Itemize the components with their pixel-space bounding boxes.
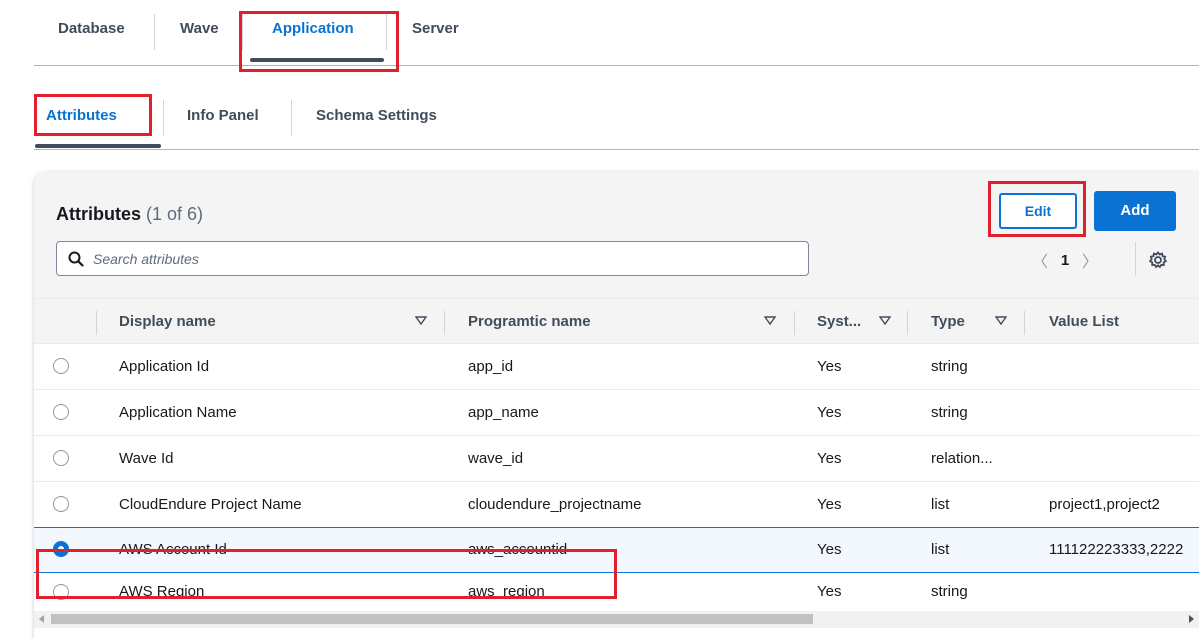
row-radio[interactable] bbox=[53, 496, 69, 512]
sort-icon[interactable] bbox=[764, 316, 776, 326]
cell-display-name: Wave Id bbox=[119, 450, 174, 467]
tab-divider bbox=[163, 100, 164, 136]
highlight-edit-button bbox=[988, 181, 1086, 237]
sort-icon[interactable] bbox=[995, 316, 1007, 326]
column-display-name[interactable]: Display name bbox=[119, 313, 216, 330]
sort-icon[interactable] bbox=[415, 316, 427, 326]
scrollbar-thumb[interactable] bbox=[51, 614, 813, 624]
cell-display-name: Application Name bbox=[119, 404, 237, 421]
column-divider bbox=[444, 311, 445, 335]
column-type[interactable]: Type bbox=[931, 313, 965, 330]
cell-type: relation... bbox=[931, 450, 993, 467]
chevron-right-icon[interactable]: 〉 bbox=[1080, 248, 1100, 272]
sort-icon[interactable] bbox=[879, 316, 891, 326]
gear-icon[interactable] bbox=[1148, 250, 1168, 270]
cell-system: Yes bbox=[817, 450, 842, 467]
tab-server[interactable]: Server bbox=[412, 20, 459, 37]
active-subtab-indicator bbox=[35, 144, 161, 148]
cell-value-list: 111122223333,2222 bbox=[1049, 541, 1184, 558]
horizontal-scrollbar[interactable] bbox=[34, 611, 1199, 628]
table-row[interactable]: Application Id app_id Yes string bbox=[34, 344, 1199, 390]
tab-divider bbox=[291, 100, 292, 136]
highlight-selected-row bbox=[36, 549, 617, 599]
tab-divider bbox=[154, 14, 155, 50]
panel-title: Attributes (1 of 6) bbox=[56, 204, 203, 225]
cell-type: list bbox=[931, 541, 950, 558]
column-programmatic-name[interactable]: Programtic name bbox=[468, 313, 591, 330]
panel-count: (1 of 6) bbox=[146, 204, 204, 224]
sub-tab-bar: Attributes Info Panel Schema Settings bbox=[34, 88, 1199, 150]
table-row[interactable]: Wave Id wave_id Yes relation... bbox=[34, 436, 1199, 482]
cell-programmatic-name: wave_id bbox=[468, 450, 524, 467]
highlight-application-tab bbox=[239, 11, 399, 72]
cell-programmatic-name: cloudendure_projectname bbox=[468, 496, 642, 513]
cell-system: Yes bbox=[817, 358, 842, 375]
cell-value-list: project1,project2 bbox=[1049, 496, 1160, 513]
cell-type: string bbox=[931, 358, 968, 375]
pager-divider bbox=[1135, 242, 1136, 276]
cell-system: Yes bbox=[817, 404, 842, 421]
row-radio[interactable] bbox=[53, 358, 69, 374]
cell-type: string bbox=[931, 404, 968, 421]
scroll-left-icon[interactable] bbox=[39, 615, 44, 623]
cell-system: Yes bbox=[817, 541, 842, 558]
tab-wave[interactable]: Wave bbox=[180, 20, 219, 37]
cell-programmatic-name: app_id bbox=[468, 358, 514, 375]
cell-type: string bbox=[931, 583, 968, 600]
pagination: 〈 1 〉 bbox=[1030, 248, 1100, 272]
search-icon bbox=[68, 251, 84, 267]
cell-system: Yes bbox=[817, 583, 842, 600]
table-row[interactable]: Application Name app_name Yes string bbox=[34, 390, 1199, 436]
tab-info-panel[interactable]: Info Panel bbox=[187, 107, 259, 124]
cell-system: Yes bbox=[817, 496, 842, 513]
search-input[interactable] bbox=[93, 243, 793, 274]
tab-database[interactable]: Database bbox=[58, 20, 125, 37]
search-box bbox=[56, 241, 809, 276]
column-divider bbox=[907, 311, 908, 335]
cell-display-name: CloudEndure Project Name bbox=[119, 496, 302, 513]
column-divider bbox=[794, 311, 795, 335]
column-value-list[interactable]: Value List bbox=[1049, 313, 1119, 330]
panel-title-text: Attributes bbox=[56, 204, 141, 224]
cell-type: list bbox=[931, 496, 950, 513]
table-row[interactable]: CloudEndure Project Name cloudendure_pro… bbox=[34, 482, 1199, 528]
cell-display-name: Application Id bbox=[119, 358, 210, 375]
page-number[interactable]: 1 bbox=[1050, 252, 1080, 269]
chevron-left-icon[interactable]: 〈 bbox=[1030, 248, 1050, 272]
row-radio[interactable] bbox=[53, 450, 69, 466]
column-divider bbox=[1024, 311, 1025, 335]
scroll-right-icon[interactable] bbox=[1189, 615, 1194, 623]
table-header: Display name Programtic name Syst... Typ… bbox=[34, 298, 1199, 344]
tab-schema-settings[interactable]: Schema Settings bbox=[316, 107, 437, 124]
column-divider bbox=[96, 311, 97, 335]
column-system[interactable]: Syst... bbox=[817, 313, 861, 330]
top-tab-bar: Database Wave Application Server bbox=[34, 0, 1199, 66]
cell-programmatic-name: app_name bbox=[468, 404, 539, 421]
highlight-attributes-tab bbox=[34, 94, 152, 136]
row-radio[interactable] bbox=[53, 404, 69, 420]
add-button[interactable]: Add bbox=[1094, 191, 1176, 231]
